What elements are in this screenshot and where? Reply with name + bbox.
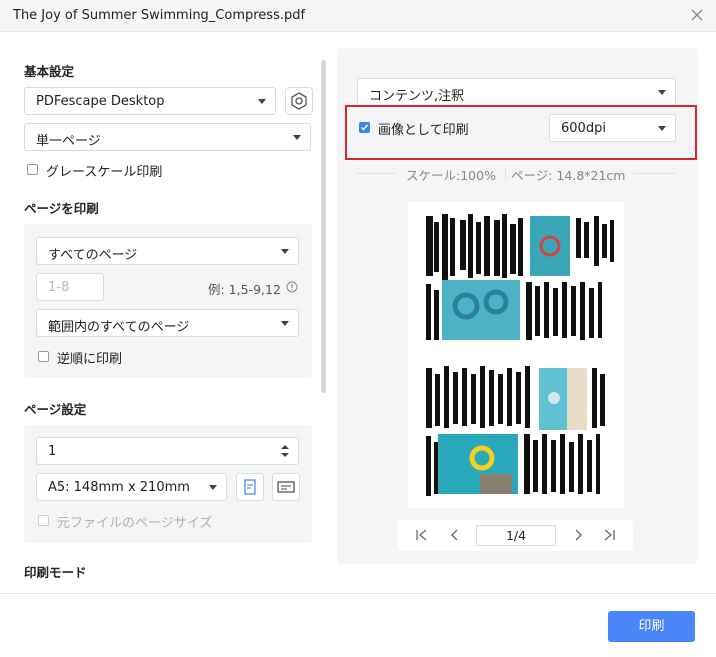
landscape-button[interactable] <box>272 473 300 501</box>
original-size-checkbox[interactable] <box>38 515 49 526</box>
gear-icon <box>286 92 312 118</box>
basic-settings-heading: 基本設定 <box>24 64 75 79</box>
original-size-label: 元ファイルのページサイズ <box>57 516 213 531</box>
divider <box>633 173 675 174</box>
print-pages-heading: ページを印刷 <box>24 201 99 216</box>
reverse-order-checkbox[interactable] <box>38 351 49 362</box>
chevron-down-icon <box>258 99 266 104</box>
content-select[interactable]: コンテンツ,注釈 <box>357 78 676 106</box>
page-preview <box>408 202 624 508</box>
last-page-icon[interactable] <box>602 528 616 546</box>
page-mode-select[interactable]: 単一ページ <box>24 123 311 151</box>
printer-select[interactable]: PDFescape Desktop <box>24 87 276 115</box>
preview-thumbnail <box>426 214 614 496</box>
printer-settings-button[interactable] <box>285 87 313 115</box>
left-scrollbar[interactable] <box>321 60 326 393</box>
page-range-value: すべてのページ <box>48 248 138 263</box>
chevron-down-icon <box>209 485 217 490</box>
page-setup-heading: ページ設定 <box>24 402 87 417</box>
grayscale-label: グレースケール印刷 <box>46 165 163 180</box>
stepper-arrows-icon[interactable] <box>281 444 289 462</box>
next-page-icon[interactable] <box>571 528 585 546</box>
window-title: The Joy of Summer Swimming_Compress.pdf <box>13 8 306 23</box>
copies-stepper[interactable]: 1 <box>36 437 299 465</box>
page-number-input[interactable]: 1/4 <box>476 525 556 546</box>
page-navigator: 1/4 <box>398 520 633 551</box>
printer-value: PDFescape Desktop <box>36 94 165 109</box>
page-size-text: ページ: 14.8*21cm <box>511 168 626 183</box>
print-button[interactable]: 印刷 <box>608 611 695 642</box>
grayscale-checkbox[interactable] <box>27 164 38 175</box>
custom-range-input[interactable]: 1-8 <box>36 273 104 301</box>
chevron-down-icon <box>658 90 666 95</box>
paper-size-value: A5: 148mm x 210mm <box>48 480 190 495</box>
page-subset-value: 範囲内のすべてのページ <box>48 320 190 335</box>
previous-page-icon[interactable] <box>448 528 462 546</box>
portrait-button[interactable] <box>236 473 264 501</box>
highlight-box <box>345 105 697 160</box>
portrait-icon <box>237 479 263 504</box>
range-example: 例: 1,5-9,12 <box>208 282 281 297</box>
paper-size-select[interactable]: A5: 148mm x 210mm <box>36 473 227 501</box>
content-value: コンテンツ,注釈 <box>369 89 465 104</box>
page-mode-value: 単一ページ <box>36 134 101 149</box>
print-mode-heading: 印刷モード <box>24 565 87 580</box>
scale-info: スケール:100% ページ: 14.8*21cm <box>357 164 675 183</box>
chevron-down-icon <box>281 321 289 326</box>
page-range-select[interactable]: すべてのページ <box>36 237 299 265</box>
divider <box>357 173 395 174</box>
chevron-down-icon <box>281 249 289 254</box>
scale-text: スケール:100% <box>406 168 496 183</box>
chevron-down-icon <box>293 135 301 140</box>
first-page-icon[interactable] <box>415 528 429 546</box>
page-subset-select[interactable]: 範囲内のすべてのページ <box>36 309 299 337</box>
custom-range-placeholder: 1-8 <box>48 280 70 295</box>
close-icon[interactable] <box>688 6 706 24</box>
landscape-icon <box>273 481 299 504</box>
divider <box>505 167 506 179</box>
reverse-order-label: 逆順に印刷 <box>57 352 123 367</box>
info-icon[interactable] <box>286 281 298 297</box>
copies-value: 1 <box>48 444 57 459</box>
title-bar: The Joy of Summer Swimming_Compress.pdf <box>0 0 716 32</box>
